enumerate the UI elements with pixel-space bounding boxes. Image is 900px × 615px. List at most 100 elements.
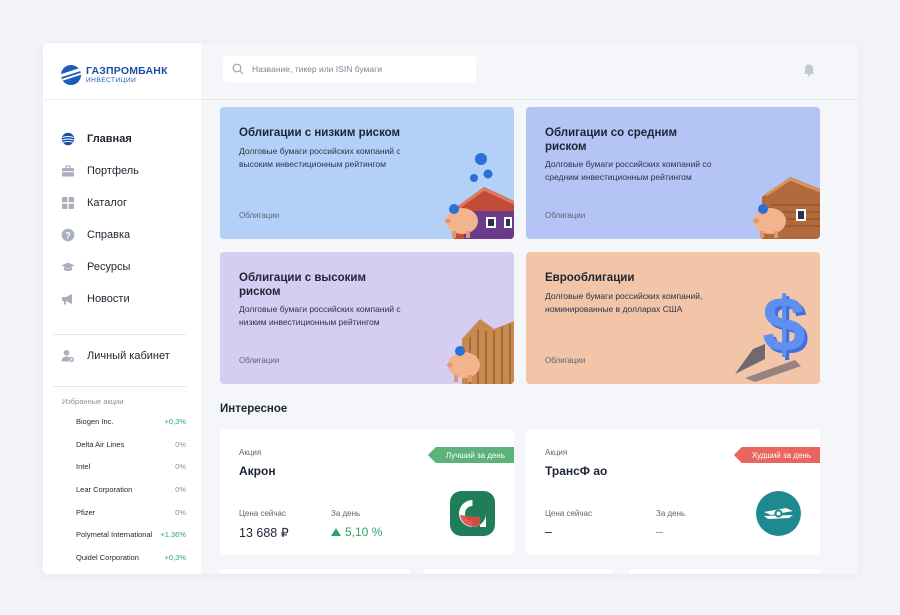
card-description: Долговые бумаги российских компаний, ном…	[545, 291, 703, 314]
change-value: 5,10 %	[331, 525, 382, 539]
search-icon	[232, 63, 244, 75]
price-label: Цена сейчас	[239, 509, 286, 518]
nav-item-cabinet[interactable]: Личный кабинет	[61, 349, 170, 363]
best-of-day-badge: Лучший за день	[427, 447, 514, 463]
card-description: Долговые бумаги российских компаний с ни…	[239, 304, 401, 327]
brand-logo[interactable]: ГАЗПРОМБАНК ИНВЕСТИЦИИ	[61, 63, 168, 87]
change-value-text: 5,10 %	[345, 525, 383, 539]
nav-item-home[interactable]: Главная	[61, 123, 139, 155]
favorite-stock-row[interactable]: Polymetal International +1,36%	[76, 523, 186, 546]
piggy-bank-ruined-house-icon	[447, 319, 514, 384]
favorite-stock-row[interactable]: Lear Corporation 0%	[76, 478, 186, 501]
search-bar[interactable]	[223, 56, 476, 82]
nav-label-portfolio: Портфель	[87, 165, 139, 177]
favorite-stock-name: Lear Corporation	[76, 484, 133, 494]
nav-label-news: Новости	[87, 293, 130, 305]
favorite-stock-row[interactable]: Delta Air Lines 0%	[76, 433, 186, 456]
grid-icon	[61, 196, 75, 210]
stock-type: Акция	[545, 448, 568, 457]
stock-card-akron[interactable]: Акция Акрон Лучший за день Цена сейчас 1…	[220, 429, 514, 555]
stock-card-transf[interactable]: Акция ТрансФ ао Худший за день Цена сейч…	[526, 429, 820, 555]
favorite-stock-row[interactable]: Quidel Corporation +0,3%	[76, 546, 186, 569]
price-value: 13 688 ₽	[239, 526, 289, 540]
nav-item-portfolio[interactable]: Портфель	[61, 155, 139, 187]
app-window: ГАЗПРОМБАНК ИНВЕСТИЦИИ Главная Портфель	[43, 43, 858, 574]
favorite-stock-change: +0,3%	[164, 552, 186, 562]
gazprombank-logo-icon	[61, 65, 81, 85]
sidebar-divider	[53, 386, 186, 387]
catalog-card-eurobonds[interactable]: Еврооблигации Долговые бумаги российских…	[526, 252, 820, 384]
svg-text:$: $	[762, 280, 805, 368]
card-title: Облигации со средним риском	[545, 127, 677, 153]
favorite-stock-name: Polymetal International	[76, 530, 153, 540]
card-tag: Облигации	[239, 356, 280, 365]
favorites-title: Избранные акции	[62, 397, 124, 406]
card-title: Облигации с высоким риском	[239, 272, 366, 298]
next-row-card	[423, 569, 613, 574]
arrow-up-icon	[331, 528, 341, 536]
nav-item-news[interactable]: Новости	[61, 283, 139, 315]
catalog-card-medium-risk[interactable]: Облигации со средним риском Долговые бум…	[526, 107, 820, 239]
favorite-stock-row[interactable]: Biogen Inc. +0,3%	[76, 410, 186, 433]
cabinet-label: Личный кабинет	[87, 350, 170, 362]
nav-item-catalog[interactable]: Каталог	[61, 187, 139, 219]
favorite-stock-change: 0%	[175, 484, 186, 494]
brand-sub: ИНВЕСТИЦИИ	[86, 77, 137, 84]
nav-label-catalog: Каталог	[87, 197, 127, 209]
catalog-card-low-risk[interactable]: Облигации с низким риском Долговые бумаг…	[220, 107, 514, 239]
nav-item-help[interactable]: ? Справка	[61, 219, 139, 251]
nav-item-resources[interactable]: Ресурсы	[61, 251, 139, 283]
price-value: –	[545, 525, 552, 539]
change-label: За день	[656, 509, 686, 518]
favorite-stock-change: 0%	[175, 507, 186, 517]
card-description: Долговые бумаги российских компаний с вы…	[239, 146, 401, 169]
user-settings-icon	[61, 349, 75, 363]
favorite-stock-name: Biogen Inc.	[76, 416, 114, 426]
favorite-stock-row[interactable]: Intel 0%	[76, 455, 186, 478]
help-icon: ?	[61, 228, 75, 242]
price-label: Цена сейчас	[545, 509, 592, 518]
change-value: –	[656, 525, 663, 539]
favorite-stock-name: Quidel Corporation	[76, 552, 139, 562]
search-input[interactable]	[252, 64, 472, 74]
stock-name: ТрансФ ао	[545, 464, 608, 478]
megaphone-icon	[61, 292, 75, 306]
nav-label-home: Главная	[87, 133, 132, 145]
favorite-stock-change: 0%	[175, 439, 186, 449]
card-tag: Облигации	[545, 211, 586, 220]
card-title: Еврооблигации	[545, 272, 635, 284]
stock-type: Акция	[239, 448, 262, 457]
piggy-bank-house-icon	[445, 153, 514, 239]
briefcase-icon	[61, 164, 75, 178]
sidebar: ГАЗПРОМБАНК ИНВЕСТИЦИИ Главная Портфель	[43, 43, 201, 574]
stock-name: Акрон	[239, 464, 276, 478]
sidebar-divider	[53, 334, 186, 335]
favorite-stock-name: Pfizer	[76, 507, 96, 517]
dollar-sign-icon: $ $	[735, 280, 809, 382]
change-label: За день	[331, 509, 361, 518]
card-tag: Облигации	[239, 211, 280, 220]
favorite-stock-name: Delta Air Lines	[76, 439, 125, 449]
svg-text:?: ?	[65, 230, 71, 240]
favorite-stock-name: Intel	[76, 462, 91, 472]
next-row-card	[220, 569, 410, 574]
transf-logo-icon	[756, 491, 801, 536]
topbar-divider	[201, 99, 858, 100]
favorites-list: Biogen Inc. +0,3% Delta Air Lines 0% Int…	[76, 410, 186, 569]
globe-icon	[61, 132, 75, 146]
akron-logo-icon	[450, 491, 495, 536]
card-tag: Облигации	[545, 356, 586, 365]
favorite-stock-change: 0%	[175, 462, 186, 472]
favorite-stock-change: +0,3%	[164, 416, 186, 426]
catalog-card-high-risk[interactable]: Облигации с высоким риском Долговые бума…	[220, 252, 514, 384]
bell-icon[interactable]	[802, 63, 816, 77]
nav-label-help: Справка	[87, 229, 131, 241]
next-row-card	[629, 569, 820, 574]
piggy-bank-house-icon	[753, 177, 820, 239]
favorite-stock-change: +1,36%	[160, 530, 186, 540]
favorite-stock-row[interactable]: Pfizer 0%	[76, 501, 186, 524]
brand-name: ГАЗПРОМБАНК	[86, 64, 168, 77]
card-title: Облигации с низким риском	[239, 127, 401, 139]
main-nav: Главная Портфель Каталог ? Справка Ресур…	[61, 123, 139, 315]
section-title: Интересное	[220, 403, 288, 415]
